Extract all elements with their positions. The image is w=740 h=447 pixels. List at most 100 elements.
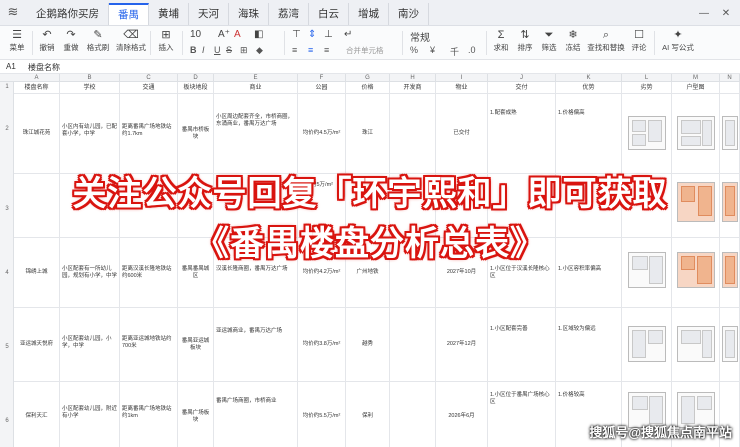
number-format-select[interactable]: 常规 [410, 29, 430, 44]
column-header[interactable]: M [672, 74, 720, 82]
menu-button[interactable]: ☰ 菜单 [4, 28, 30, 54]
formula-input[interactable]: 楼盘名称 [28, 62, 60, 73]
header-cell[interactable]: 价格 [346, 82, 390, 94]
cell-pros[interactable]: 1.小区位于番禺广场核心区 [488, 382, 556, 447]
border-icon[interactable]: ⊞ [240, 45, 248, 56]
cell-price[interactable]: 均价约3.8万/m² [298, 308, 346, 381]
align-bottom-icon[interactable]: ⊥ [324, 29, 333, 40]
header-cell[interactable]: 开发商 [390, 82, 436, 94]
minimize-icon[interactable]: — [696, 3, 712, 25]
strikethrough-icon[interactable]: S [226, 45, 232, 55]
column-header[interactable]: A [14, 74, 60, 82]
cell-school[interactable]: 小区配套幼儿园，附近有小学 [60, 382, 120, 447]
column-header[interactable]: C [120, 74, 178, 82]
cell-transport[interactable]: 距离番禺广场地铁站约1km [120, 382, 178, 447]
header-cell[interactable]: 楼盘名称 [14, 82, 60, 94]
tab-file[interactable]: 企鹅路你买房 [26, 3, 109, 25]
tab-liwan[interactable]: 荔湾 [269, 3, 309, 25]
header-cell[interactable]: 板块地段 [178, 82, 214, 94]
undo-button[interactable]: ↶ 撤销 [36, 28, 58, 54]
comment-button[interactable]: ☐ 评论 [628, 28, 650, 54]
insert-button[interactable]: ⊞ 插入 [154, 28, 178, 54]
header-cell[interactable]: 交付 [488, 82, 556, 94]
header-cell[interactable]: 学校 [60, 82, 120, 94]
column-header[interactable]: D [178, 74, 214, 82]
tab-baiyun[interactable]: 白云 [309, 3, 349, 25]
column-header[interactable]: E [214, 74, 298, 82]
cell-business[interactable]: 亚运城商业，番禺万达广场 [214, 308, 298, 381]
cell-business[interactable]: 番禺广场商圈，市桥商业 [214, 382, 298, 447]
cell-floorplan[interactable] [622, 94, 672, 173]
cell-cons[interactable]: 1.区域较为偏远 [556, 308, 622, 381]
filter-button[interactable]: ⏷ 筛选 [538, 28, 560, 54]
align-left-icon[interactable]: ≡ [292, 45, 297, 55]
table-row[interactable]: 亚运城天悦府 小区配套幼儿园，小学，中学 距离亚运城地铁站约700米 番禺亚运城… [14, 308, 740, 382]
cell-developer[interactable]: 越秀 [346, 308, 390, 381]
cell-delivery[interactable]: 2027年12月 [436, 308, 488, 381]
cell-floorplan[interactable] [720, 94, 740, 173]
tab-zengcheng[interactable]: 增城 [349, 3, 389, 25]
header-cell[interactable]: 物业 [436, 82, 488, 94]
cell-delivery[interactable]: 已交付 [436, 94, 488, 173]
sort-button[interactable]: ⇅ 排序 [514, 28, 536, 54]
header-cell[interactable]: 商业 [214, 82, 298, 94]
cell-cons[interactable]: 1.价格偏高 [556, 94, 622, 173]
column-header[interactable]: I [436, 74, 488, 82]
cell-floorplan[interactable] [622, 308, 672, 381]
cell-area[interactable]: 番禺市桥板块 [178, 94, 214, 173]
cell-business[interactable]: 小区周边配套齐全，市桥商圈，东涌商业，番禺万达广场 [214, 94, 298, 173]
header-cell[interactable]: 户型图 [672, 82, 720, 94]
row-number[interactable]: 4 [0, 270, 14, 276]
redo-button[interactable]: ↷ 重做 [60, 28, 82, 54]
font-size-increase-icon[interactable]: A⁺ [218, 29, 230, 40]
italic-icon[interactable]: I [202, 45, 205, 55]
freeze-button[interactable]: ❄ 冻结 [562, 28, 584, 54]
clear-format-button[interactable]: ⌫ 清除格式 [114, 28, 148, 54]
cell-transport[interactable]: 距离番禺广场地铁站约1.7km [120, 94, 178, 173]
cell-pros[interactable]: 1.配套成熟 [488, 94, 556, 173]
cell-school[interactable]: 小区配套幼儿园，小学，中学 [60, 308, 120, 381]
tab-huangpu[interactable]: 黄埔 [149, 3, 189, 25]
column-header[interactable]: J [488, 74, 556, 82]
cell-delivery[interactable]: 2026年6月 [436, 382, 488, 447]
cell-pros[interactable]: 1.小区配套完善 [488, 308, 556, 381]
cell-style-icon[interactable]: ◧ [254, 29, 263, 40]
wrap-text-icon[interactable]: ↵ [344, 29, 352, 40]
sum-button[interactable]: Σ 求和 [490, 28, 512, 54]
merge-cells-button[interactable]: 合并单元格 [346, 45, 384, 56]
tab-haizhu[interactable]: 海珠 [229, 3, 269, 25]
cell-floorplan[interactable] [720, 308, 740, 381]
bold-icon[interactable]: B [190, 45, 197, 55]
font-color-icon[interactable]: A [234, 29, 241, 40]
header-cell[interactable] [720, 82, 740, 94]
row-number[interactable]: 6 [0, 418, 14, 424]
header-cell[interactable]: 公园 [298, 82, 346, 94]
cell-area[interactable]: 番禺亚运城板块 [178, 308, 214, 381]
align-center-icon[interactable]: ≡ [308, 45, 313, 55]
row-number[interactable]: 2 [0, 126, 14, 132]
close-icon[interactable]: ✕ [718, 3, 734, 25]
ai-formula-button[interactable]: ✦ AI 写公式 [658, 28, 698, 54]
row-number[interactable]: 1 [0, 84, 14, 90]
align-middle-icon[interactable]: ⇕ [308, 29, 316, 40]
cell-price[interactable]: 均价约4.5万/m² [298, 94, 346, 173]
currency-button[interactable]: ¥ [430, 45, 435, 55]
header-cell[interactable]: 优势 [556, 82, 622, 94]
cell-price[interactable]: 均价约5.5万/m² [298, 382, 346, 447]
underline-icon[interactable]: U [214, 45, 221, 55]
cell-floorplan[interactable] [672, 94, 720, 173]
font-size-select[interactable]: 10 [190, 29, 201, 40]
column-header[interactable]: H [390, 74, 436, 82]
column-header[interactable]: B [60, 74, 120, 82]
cell-property[interactable] [390, 382, 436, 447]
decimal-icon[interactable]: .0 [468, 45, 476, 55]
fill-color-icon[interactable]: ◆ [256, 45, 263, 56]
cell-name[interactable]: 珠江城花苑 [14, 94, 60, 173]
row-number[interactable]: 5 [0, 344, 14, 350]
thousands-button[interactable]: 千 [450, 45, 459, 58]
column-header[interactable]: G [346, 74, 390, 82]
cell-developer[interactable]: 保利 [346, 382, 390, 447]
cell-name[interactable]: 亚运城天悦府 [14, 308, 60, 381]
cell-reference[interactable]: A1 [6, 62, 16, 71]
header-cell[interactable]: 交通 [120, 82, 178, 94]
